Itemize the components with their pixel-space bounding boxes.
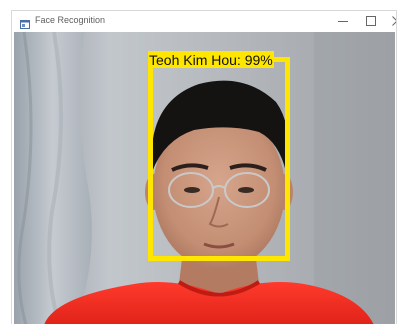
close-button[interactable] xyxy=(382,11,396,31)
face-label-background: Teoh Kim Hou: 99% xyxy=(148,51,274,68)
camera-feed: Teoh Kim Hou: 99% xyxy=(14,32,395,324)
face-detection-box xyxy=(148,57,290,261)
minimize-button[interactable] xyxy=(328,11,358,31)
face-recognition-label: Teoh Kim Hou: 99% xyxy=(149,51,273,68)
face-recognition-window: Face Recognition Teoh Kim Hou: 99% xyxy=(11,10,397,324)
maximize-icon xyxy=(366,16,376,26)
minimize-icon xyxy=(338,16,348,26)
window-title: Face Recognition xyxy=(35,15,106,25)
title-bar[interactable]: Face Recognition xyxy=(12,11,396,31)
app-window-icon xyxy=(20,16,30,29)
close-icon xyxy=(392,16,396,26)
